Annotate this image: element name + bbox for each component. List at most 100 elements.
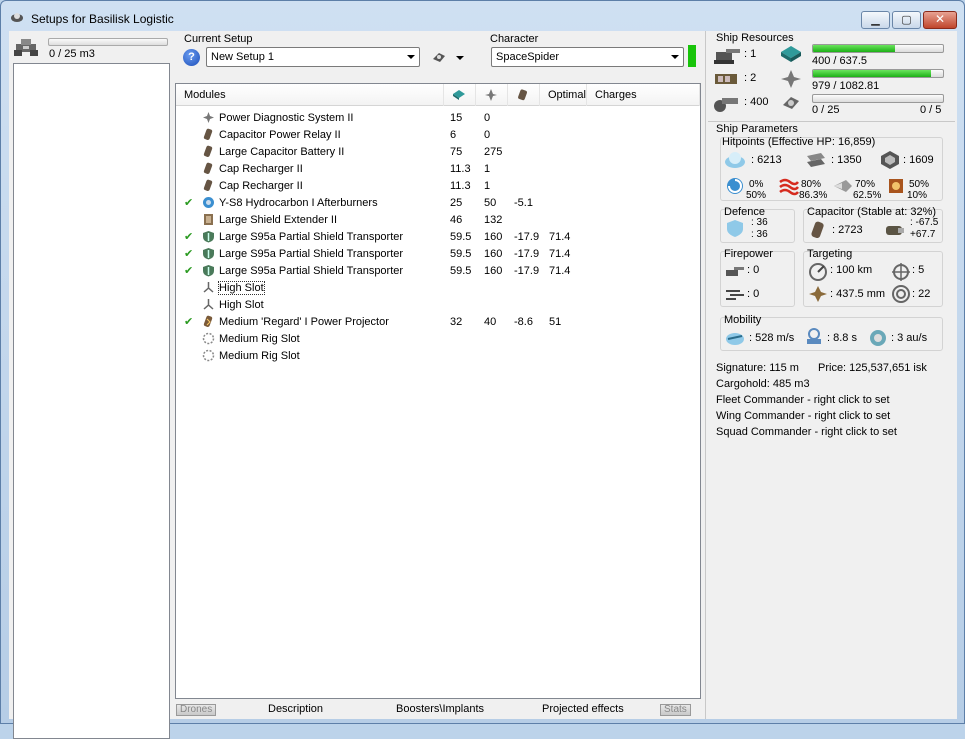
- rig-slot-icon: [202, 332, 215, 345]
- capacitor-icon: [811, 221, 824, 239]
- firepower-panel: Firepower : 0 : 0: [720, 248, 795, 307]
- calibration-icon: [714, 98, 738, 112]
- powergrid-bar: [812, 69, 944, 78]
- module-optimal: 51: [549, 316, 562, 328]
- panel-separator: [705, 31, 706, 719]
- app-window: Setups for Basilisk Logistic ▁ ▢ ✕ 0 / 2…: [0, 0, 965, 739]
- shield-transporter-icon: [203, 231, 214, 243]
- tab-description[interactable]: Description: [268, 703, 323, 715]
- turret-slot-icon: [714, 49, 740, 64]
- setup-options-button[interactable]: [431, 49, 465, 67]
- capacitor-recharge-icon: [886, 226, 904, 235]
- energy-transfer-icon: [203, 315, 213, 327]
- module-powergrid: 160: [484, 231, 503, 243]
- capacitor-rate-2: +67.7: [910, 229, 936, 240]
- capacitor-icon: [203, 145, 213, 157]
- module-row[interactable]: ✔ Medium 'Regard' I Power Projector 32 40 -8…: [176, 314, 700, 331]
- module-name: Capacitor Power Relay II: [219, 129, 341, 141]
- module-cpu: 11.3: [450, 163, 471, 175]
- module-cpu: 11.3: [450, 180, 471, 192]
- module-row[interactable]: Capacitor Power Relay II 6 0: [176, 127, 700, 144]
- price-text: Price: 125,537,651 isk: [818, 362, 927, 374]
- module-row[interactable]: Medium Rig Slot: [176, 331, 700, 348]
- active-check-icon[interactable]: ✔: [184, 264, 194, 277]
- cargohold-text: Cargohold: 485 m3: [716, 378, 810, 390]
- targeting-label: Targeting: [807, 248, 853, 260]
- signature-text: Signature: 115 m: [716, 362, 799, 374]
- active-check-icon[interactable]: ✔: [184, 315, 194, 328]
- close-button[interactable]: ✕: [923, 11, 957, 29]
- cpu-text: 400 / 637.5: [812, 55, 868, 67]
- targeting-range-value: : 100 km: [830, 264, 873, 276]
- module-row[interactable]: Large Capacitor Battery II 75 275: [176, 144, 700, 161]
- module-powergrid: 1: [484, 180, 491, 192]
- thermal-resist-armor: 86.3%: [799, 190, 828, 201]
- module-name: Large S95a Partial Shield Transporter: [219, 265, 404, 277]
- col-capacitor[interactable]: [508, 84, 540, 106]
- character-value: SpaceSpider: [496, 51, 559, 63]
- module-row[interactable]: ✔ Large S95a Partial Shield Transporter 59…: [176, 263, 700, 280]
- module-row[interactable]: Cap Recharger II 11.3 1: [176, 161, 700, 178]
- wing-commander-text[interactable]: Wing Commander - right click to set: [716, 410, 890, 422]
- drone-bay-icon: [14, 39, 38, 56]
- drone-bay-resource-text: 0 / 25: [812, 104, 840, 116]
- module-name: High Slot: [219, 299, 264, 311]
- mobility-panel: Mobility : 528 m/s : 8.8 s : 3 au/s: [720, 314, 943, 351]
- minimize-button[interactable]: ▁: [861, 11, 890, 29]
- modules-list[interactable]: Modules Optimal Charges Power Diagnostic…: [175, 83, 701, 699]
- character-combo[interactable]: SpaceSpider: [491, 47, 684, 67]
- active-check-icon[interactable]: ✔: [184, 196, 194, 209]
- module-name: Cap Recharger II: [219, 180, 303, 192]
- active-check-icon[interactable]: ✔: [184, 230, 194, 243]
- maximize-button[interactable]: ▢: [892, 11, 921, 29]
- module-row[interactable]: High Slot: [176, 297, 700, 314]
- module-name: Large S95a Partial Shield Transporter: [219, 231, 404, 243]
- col-modules[interactable]: Modules: [176, 84, 444, 106]
- max-velocity-icon: [726, 333, 744, 345]
- close-icon: ✕: [934, 12, 946, 26]
- setup-combo[interactable]: New Setup 1: [206, 47, 420, 67]
- module-row[interactable]: Power Diagnostic System II 15 0: [176, 110, 700, 127]
- shield-hp-value: : 6213: [751, 154, 782, 166]
- module-powergrid: 0: [484, 129, 491, 141]
- module-row[interactable]: ✔ Y-S8 Hydrocarbon I Afterburners 25 50 -5.1: [176, 195, 700, 212]
- module-capacitor: -8.6: [514, 316, 533, 328]
- module-name: Y-S8 Hydrocarbon I Afterburners: [219, 197, 378, 209]
- module-optimal: 71.4: [549, 265, 571, 277]
- fleet-commander-text[interactable]: Fleet Commander - right click to set: [716, 394, 890, 406]
- module-name: Medium 'Regard' I Power Projector: [219, 316, 389, 328]
- tab-stats[interactable]: Stats: [660, 704, 691, 716]
- em-resist-icon: [727, 178, 743, 194]
- drone-list[interactable]: [13, 63, 170, 739]
- module-cpu: 59.5: [450, 265, 472, 277]
- tab-boosters-implants[interactable]: Boosters\Implants: [396, 703, 484, 715]
- module-row[interactable]: ✔ Large S95a Partial Shield Transporter 59…: [176, 246, 700, 263]
- col-powergrid[interactable]: [476, 84, 508, 106]
- warp-speed-icon: [870, 330, 886, 346]
- col-optimal[interactable]: Optimal: [540, 84, 587, 106]
- tab-drones[interactable]: Drones: [176, 704, 217, 716]
- col-cpu[interactable]: [444, 84, 476, 106]
- module-row[interactable]: Large Shield Extender II 46 132: [176, 212, 700, 229]
- drone-bandwidth-text: 0 / 5: [920, 104, 942, 116]
- mobility-label: Mobility: [724, 314, 762, 326]
- module-row[interactable]: High Slot: [176, 280, 700, 297]
- module-row[interactable]: ✔ Large S95a Partial Shield Transporter 59…: [176, 229, 700, 246]
- firepower-label: Firepower: [724, 248, 773, 260]
- targeting-panel: Targeting : 100 km : 5 : 437.5 mm : 22: [803, 248, 943, 307]
- sensor-strength-icon: [892, 285, 910, 303]
- powergrid-icon: [485, 89, 497, 101]
- module-row[interactable]: Medium Rig Slot: [176, 348, 700, 365]
- current-setup-label: Current Setup: [184, 33, 253, 45]
- help-icon[interactable]: ?: [183, 49, 200, 66]
- tab-projected-effects[interactable]: Projected effects: [542, 703, 624, 715]
- module-name: Large Capacitor Battery II: [219, 146, 345, 158]
- module-row[interactable]: Cap Recharger II 11.3 1: [176, 178, 700, 195]
- shield-boost-icon: [727, 220, 743, 237]
- active-check-icon[interactable]: ✔: [184, 247, 194, 260]
- module-cpu: 59.5: [450, 231, 472, 243]
- col-charges[interactable]: Charges: [587, 84, 700, 106]
- thermal-resist-shield: 80%: [801, 179, 822, 190]
- align-time-value: : 8.8 s: [827, 332, 857, 344]
- squad-commander-text[interactable]: Squad Commander - right click to set: [716, 426, 897, 438]
